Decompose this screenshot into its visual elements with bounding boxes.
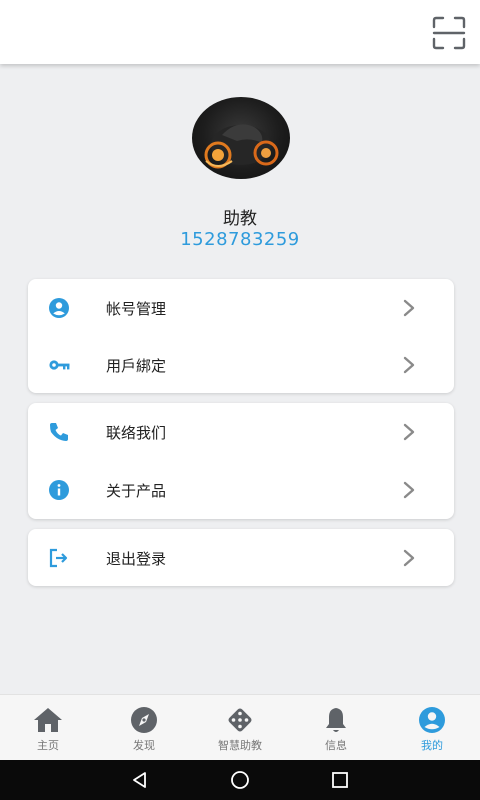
phone-icon [50,423,68,441]
key-icon [49,360,70,370]
scan-icon[interactable] [432,16,466,50]
chevron-right-icon [403,423,415,441]
logout-card: 退出登录 [28,529,454,586]
tab-label: 信息 [325,739,347,752]
tab-mine[interactable]: 我的 [384,695,480,761]
chevron-right-icon [403,481,415,499]
bell-icon [326,708,346,732]
menu-item-about-product[interactable]: 关于产品 [28,461,454,519]
user-circle-icon [49,298,69,318]
chevron-right-icon [403,299,415,317]
menu-item-contact-us[interactable]: 联络我们 [28,403,454,461]
menu-item-label: 关于产品 [106,482,167,500]
menu-item-label: 用戶綁定 [106,357,167,375]
chevron-right-icon [403,356,415,374]
info-card: 联络我们 关于产品 [28,403,454,519]
chevron-right-icon [403,549,415,567]
back-icon[interactable] [130,770,150,790]
menu-item-label: 退出登录 [106,550,167,568]
avatar[interactable] [192,97,290,179]
tab-label: 发现 [133,739,155,752]
logout-icon [49,548,68,568]
tab-messages[interactable]: 信息 [288,695,384,761]
tab-smart-assistant[interactable]: 智慧助教 [192,695,288,761]
home-icon [34,708,62,732]
bottom-nav: 主页 发现 智慧助教 信息 我的 [0,694,480,761]
account-card: 帐号管理 用戶綁定 [28,279,454,393]
avatar-image [204,124,279,169]
compass-icon [131,707,157,733]
tab-label: 我的 [421,739,443,752]
profile-id: 1528783259 [180,229,300,250]
tab-home[interactable]: 主页 [0,695,96,761]
recents-icon[interactable] [330,770,350,790]
dice-icon [228,708,252,732]
menu-item-user-binding[interactable]: 用戶綁定 [28,336,454,394]
menu-item-label: 帐号管理 [106,300,167,318]
menu-item-account-management[interactable]: 帐号管理 [28,279,454,337]
tab-discover[interactable]: 发现 [96,695,192,761]
system-nav-bar [0,760,480,800]
profile-name: 助教 [223,209,257,229]
tab-label: 智慧助教 [218,739,262,752]
menu-item-label: 联络我们 [106,424,167,442]
info-icon [49,480,69,500]
user-circle-icon [419,707,445,733]
tab-label: 主页 [37,739,59,752]
menu-item-logout[interactable]: 退出登录 [28,529,454,586]
top-bar [0,0,480,64]
home-circle-icon[interactable] [230,770,250,790]
